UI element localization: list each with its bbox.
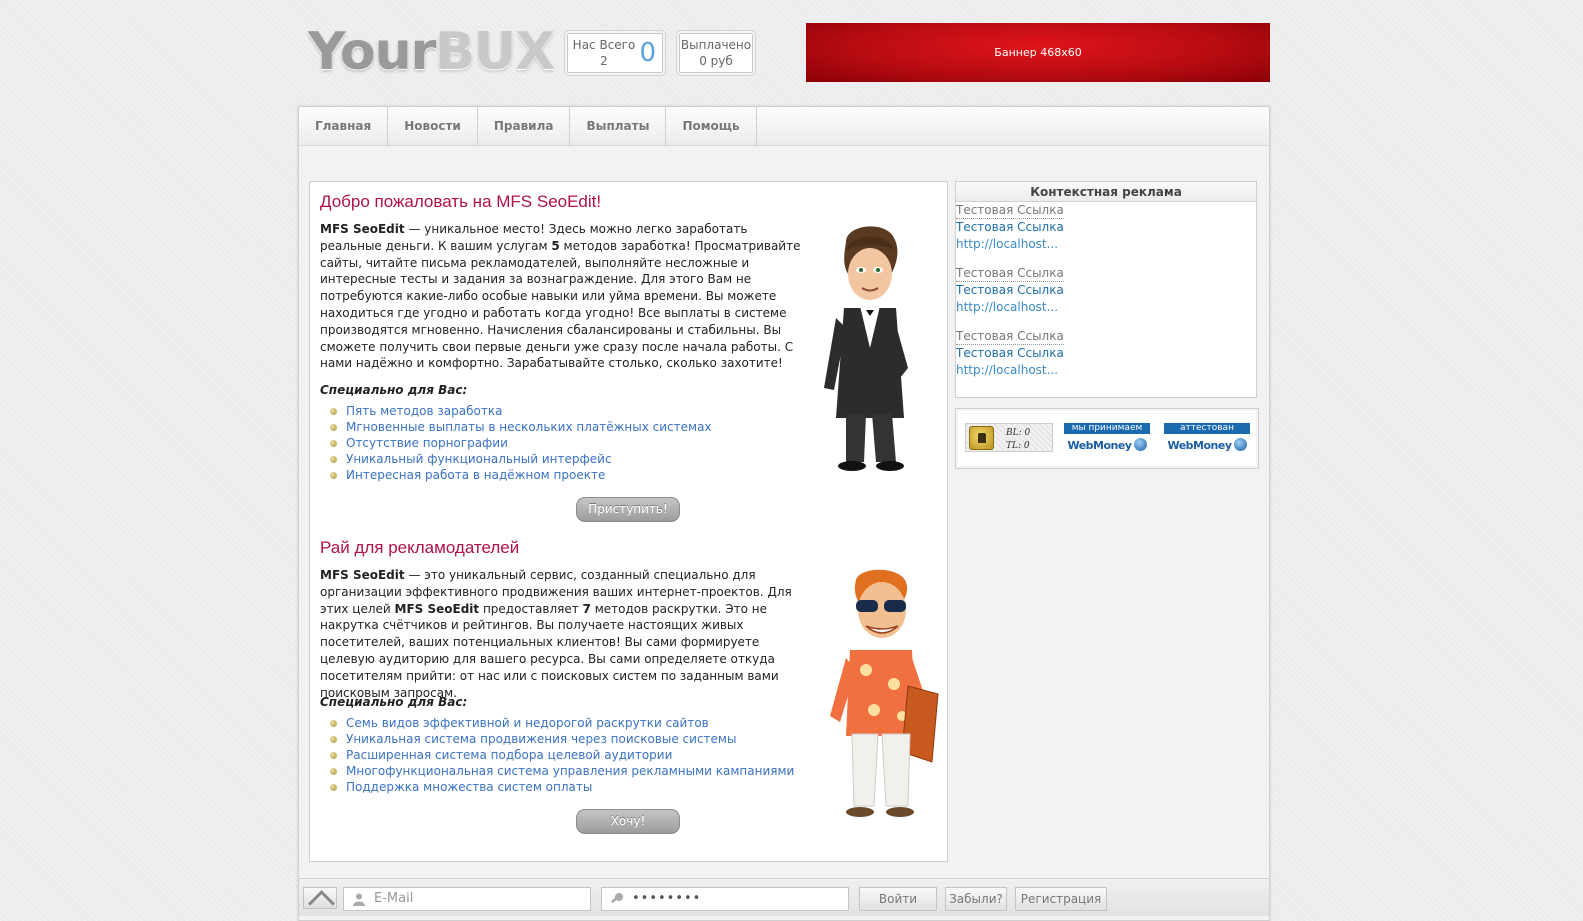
feature-item[interactable]: Многофункциональная система управления р… [330, 763, 794, 779]
main-nav: Главная Новости Правила Выплаты Помощь [299, 107, 1269, 146]
ad-title-link[interactable]: Тестовая Ссылка [956, 329, 1064, 345]
nav-item-home[interactable]: Главная [299, 107, 389, 146]
advertisers-text: MFS SeoEdit — это уникальный сервис, соз… [320, 567, 810, 701]
stat-total-label: Нас Всего [572, 38, 636, 52]
advertisers-text-b: предоставляет [479, 601, 583, 616]
email-field[interactable]: E-Mail [343, 887, 591, 911]
welcome-brand: MFS SeoEdit [320, 222, 405, 236]
start-button[interactable]: Приступить! [576, 497, 680, 522]
context-ads-title: Контекстная реклама [956, 182, 1256, 202]
ad-description: Тестовая Ссылка [956, 346, 1064, 360]
logo-your-text: Your [308, 22, 436, 82]
feature-item[interactable]: Мгновенные выплаты в нескольких платёжны… [330, 419, 712, 435]
main-container: Главная Новости Правила Выплаты Помощь Д… [298, 106, 1270, 921]
nav-item-payouts[interactable]: Выплаты [570, 107, 667, 146]
advertisers-text-c: методов раскрутки. Это не накрутка счётч… [320, 601, 779, 700]
scroll-up-button[interactable] [303, 887, 337, 909]
feature-item[interactable]: Пять методов заработка [330, 403, 712, 419]
welcome-text: MFS SeoEdit — уникальное место! Здесь мо… [320, 221, 810, 372]
ad-url[interactable]: http://localhost... [956, 236, 1256, 253]
advertisers-title: Рай для рекламодателей [320, 538, 520, 557]
ad-url[interactable]: http://localhost... [956, 362, 1256, 379]
welcome-text-b: методов заработка! Просматривайте сайты,… [320, 238, 801, 371]
ad-entry[interactable]: Тестовая Ссылка Тестовая Ссылка http://l… [956, 202, 1256, 252]
webmoney-globe-icon [1233, 438, 1247, 451]
feature-item[interactable]: Уникальный функциональный интерфейс [330, 451, 712, 467]
businessman-mascot-illustration [824, 226, 908, 471]
welcome-features: Пять методов заработка Мгновенные выплат… [330, 403, 712, 483]
user-icon [353, 893, 365, 906]
stat-paid-label: Выплачено [680, 38, 752, 52]
feature-item[interactable]: Интересная работа в надёжном проекте [330, 467, 712, 483]
feature-item[interactable]: Уникальная система продвижения через пои… [330, 731, 794, 747]
feature-item[interactable]: Отсутствие порнографии [330, 435, 712, 451]
nav-item-help[interactable]: Помощь [666, 107, 757, 146]
context-ads-panel: Контекстная реклама Тестовая Ссылка Тест… [955, 181, 1257, 398]
nav-item-rules[interactable]: Правила [478, 107, 571, 146]
stat-paid-value: 0 руб [699, 54, 733, 68]
advertisers-count: 7 [582, 601, 591, 616]
advertisers-brand2: MFS SeoEdit [394, 601, 480, 616]
stat-paid: Выплачено 0 руб [679, 33, 753, 73]
ad-description: Тестовая Ссылка [956, 220, 1064, 234]
ad-title-link[interactable]: Тестовая Ссылка [956, 266, 1064, 282]
register-button[interactable]: Регистрация [1015, 887, 1107, 911]
feature-item[interactable]: Семь видов эффективной и недорогой раскр… [330, 715, 794, 731]
password-field[interactable]: •••••••• [601, 887, 849, 911]
site-logo[interactable]: YourBUX [308, 22, 555, 82]
email-placeholder: E-Mail [374, 891, 414, 906]
webmoney-attest-logo: WebMoney [1167, 439, 1232, 452]
badges-panel: BL: 0 TL: 0 мы принимаем WebMoney аттест… [955, 408, 1259, 469]
stat-total-value: 2 [600, 54, 608, 68]
advertisers-features: Семь видов эффективной и недорогой раскр… [330, 715, 794, 795]
forgot-button[interactable]: Забыли? [945, 887, 1007, 911]
login-bar: E-Mail •••••••• Войти Забыли? Регистраци… [299, 878, 1269, 916]
login-button[interactable]: Войти [859, 887, 937, 911]
bl-label: BL: 0 [1006, 428, 1031, 438]
ad-banner[interactable]: Баннер 468x60 [806, 23, 1270, 82]
logo-bux-text: BUX [435, 22, 555, 82]
bl-tl-badge[interactable]: BL: 0 TL: 0 [965, 423, 1053, 452]
advertisers-subtitle: Специально для Вас: [320, 695, 468, 709]
webmoney-accept-badge[interactable]: мы принимаем WebMoney [1064, 423, 1150, 453]
key-icon [611, 893, 623, 904]
webmoney-attest-badge[interactable]: аттестован WebMoney [1164, 423, 1250, 453]
feature-item[interactable]: Поддержка множества систем оплаты [330, 779, 794, 795]
want-button[interactable]: Хочу! [576, 809, 680, 834]
welcome-count: 5 [551, 238, 560, 253]
webmoney-globe-icon [1133, 438, 1147, 451]
feature-item[interactable]: Расширенная система подбора целевой ауди… [330, 747, 794, 763]
welcome-subtitle: Специально для Вас: [320, 383, 468, 397]
lock-icon [969, 426, 994, 450]
webmoney-accept-caption: мы принимаем [1064, 423, 1150, 434]
advertisers-brand: MFS SeoEdit [320, 568, 405, 582]
ad-title-link[interactable]: Тестовая Ссылка [956, 203, 1064, 219]
stat-total-users: Нас Всего 2 0 [567, 33, 663, 73]
ad-description: Тестовая Ссылка [956, 283, 1064, 297]
ad-entry[interactable]: Тестовая Ссылка Тестовая Ссылка http://l… [956, 265, 1256, 315]
webmoney-attest-caption: аттестован [1164, 423, 1250, 434]
tl-label: TL: 0 [1006, 441, 1030, 451]
stat-online-count: 0 [639, 38, 656, 68]
content-panel: Добро пожаловать на MFS SeoEdit! MFS Seo… [309, 181, 948, 862]
nav-item-news[interactable]: Новости [388, 107, 478, 146]
webmoney-accept-logo: WebMoney [1067, 439, 1132, 452]
ad-url[interactable]: http://localhost... [956, 299, 1256, 316]
password-value: •••••••• [632, 891, 702, 906]
welcome-title: Добро пожаловать на MFS SeoEdit! [320, 192, 602, 211]
ad-entry[interactable]: Тестовая Ссылка Тестовая Ссылка http://l… [956, 328, 1256, 378]
tourist-mascot-illustration [830, 569, 939, 817]
